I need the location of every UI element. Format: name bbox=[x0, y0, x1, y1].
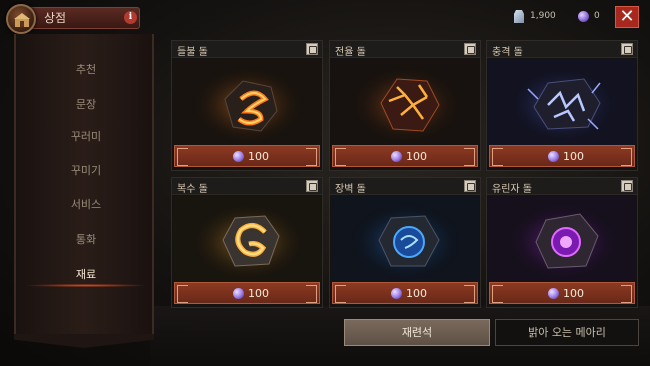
card-header: 전율 돌 bbox=[330, 41, 480, 58]
orb-currency-icon bbox=[391, 151, 402, 162]
close-button[interactable]: ✕ bbox=[615, 6, 639, 28]
price-button[interactable]: 100 bbox=[489, 145, 635, 167]
card-title: 들불 돌 bbox=[177, 47, 208, 58]
card-title: 유린자 돌 bbox=[492, 184, 532, 195]
codex-icon[interactable] bbox=[621, 43, 633, 55]
card-header: 들불 돌 bbox=[172, 41, 322, 58]
price-button[interactable]: 100 bbox=[332, 282, 478, 304]
shop-card[interactable]: 들불 돌 100 bbox=[171, 40, 323, 171]
shop-card[interactable]: 충격 돌 100 bbox=[486, 40, 638, 171]
price-value: 100 bbox=[563, 150, 584, 163]
page-title: 상점 bbox=[44, 11, 67, 25]
vengeance-stone-icon bbox=[173, 196, 321, 284]
price-value: 100 bbox=[248, 150, 269, 163]
price-button[interactable]: 100 bbox=[332, 145, 478, 167]
orb-currency-icon bbox=[233, 151, 244, 162]
price-button[interactable]: 100 bbox=[489, 282, 635, 304]
orb-currency-icon bbox=[548, 288, 559, 299]
thrill-stone-icon bbox=[331, 59, 479, 147]
orb-currency-icon bbox=[233, 288, 244, 299]
sidebar-item-crest[interactable]: 문장 bbox=[16, 95, 156, 115]
ravager-stone-icon bbox=[488, 196, 636, 284]
card-header: 복수 돌 bbox=[172, 178, 322, 195]
card-header: 충격 돌 bbox=[487, 41, 637, 58]
fire-stone-icon bbox=[173, 59, 321, 147]
shop-card[interactable]: 복수 돌 100 bbox=[171, 177, 323, 308]
tab-refining-stone[interactable]: 재련석 bbox=[344, 319, 490, 346]
gem-currency-icon bbox=[514, 10, 524, 23]
card-header: 장벽 돌 bbox=[330, 178, 480, 195]
shock-stone-icon bbox=[488, 59, 636, 147]
shop-card[interactable]: 전율 돌 100 bbox=[329, 40, 481, 171]
sidebar-item-cosmetic[interactable]: 꾸미기 bbox=[16, 161, 156, 181]
barrier-stone-icon bbox=[331, 196, 479, 284]
codex-icon[interactable] bbox=[464, 43, 476, 55]
tab-dawning-echo[interactable]: 밝아 오는 메아리 bbox=[495, 319, 639, 346]
codex-icon[interactable] bbox=[464, 180, 476, 192]
shop-emblem-icon bbox=[6, 4, 36, 34]
shop-card[interactable]: 유린자 돌 100 bbox=[486, 177, 638, 308]
price-value: 100 bbox=[563, 287, 584, 300]
orb-count: 0 bbox=[594, 11, 600, 21]
price-value: 100 bbox=[248, 287, 269, 300]
price-value: 100 bbox=[406, 287, 427, 300]
card-title: 복수 돌 bbox=[177, 184, 208, 195]
info-icon[interactable]: i bbox=[124, 11, 137, 24]
card-title: 전율 돌 bbox=[335, 47, 366, 58]
orb-currency-icon bbox=[391, 288, 402, 299]
codex-icon[interactable] bbox=[306, 43, 318, 55]
sidebar-item-service[interactable]: 서비스 bbox=[16, 195, 156, 215]
price-value: 100 bbox=[406, 150, 427, 163]
sidebar-item-currency[interactable]: 통화 bbox=[16, 230, 156, 250]
shop-card[interactable]: 장벽 돌 100 bbox=[329, 177, 481, 308]
card-header: 유린자 돌 bbox=[487, 178, 637, 195]
top-bar: 상점 i 1,900 0 ✕ bbox=[0, 0, 650, 34]
codex-icon[interactable] bbox=[621, 180, 633, 192]
gem-count: 1,900 bbox=[530, 11, 556, 21]
codex-icon[interactable] bbox=[306, 180, 318, 192]
category-sidebar: 추천 문장 꾸러미 꾸미기 서비스 통화 재료 bbox=[14, 34, 154, 334]
sidebar-item-recommended[interactable]: 추천 bbox=[16, 60, 156, 80]
price-button[interactable]: 100 bbox=[174, 145, 320, 167]
orb-currency-icon bbox=[578, 11, 589, 22]
sidebar-item-bundle[interactable]: 꾸러미 bbox=[16, 127, 156, 147]
card-title: 장벽 돌 bbox=[335, 184, 366, 195]
orb-currency-icon bbox=[548, 151, 559, 162]
sidebar-item-materials[interactable]: 재료 bbox=[16, 265, 156, 287]
price-button[interactable]: 100 bbox=[174, 282, 320, 304]
card-title: 충격 돌 bbox=[492, 47, 523, 58]
